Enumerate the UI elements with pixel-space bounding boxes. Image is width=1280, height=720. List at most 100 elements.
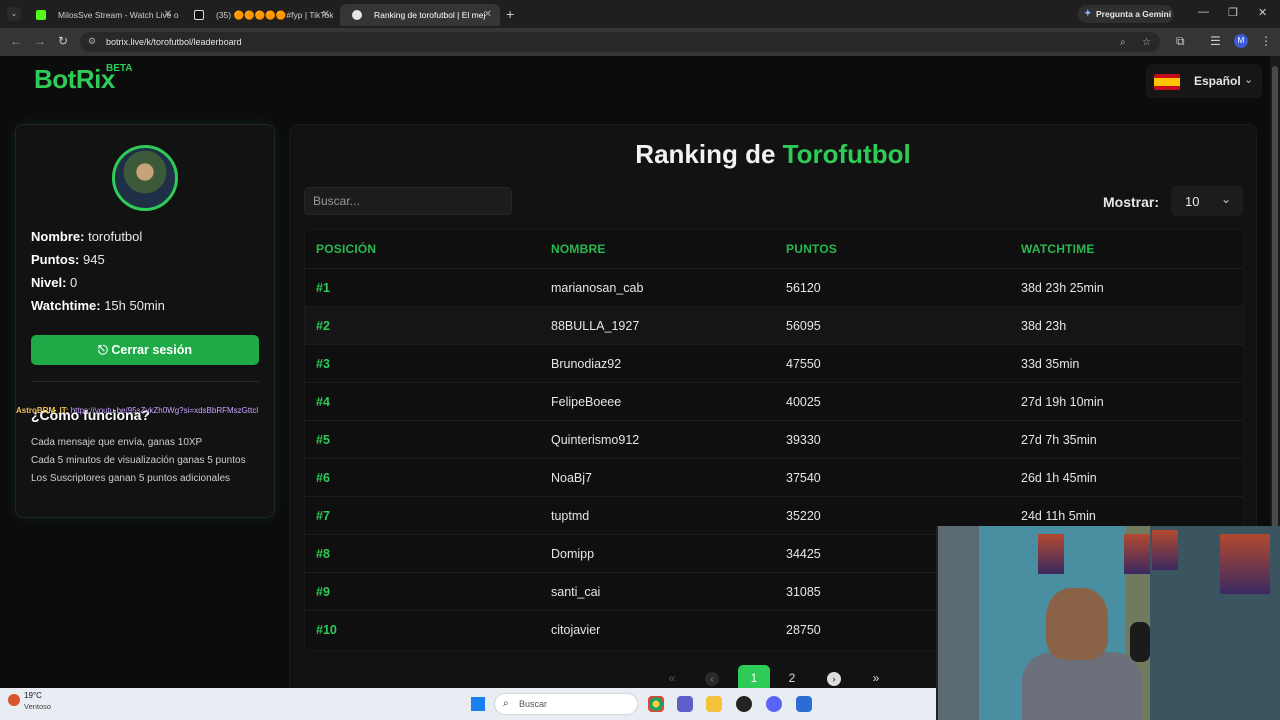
last-page-button[interactable]: » — [860, 665, 892, 688]
previous-page-button[interactable]: ‹ — [696, 665, 728, 688]
username-cell: NoaBj7 — [551, 471, 592, 485]
column-header-position[interactable]: POSICIÓN — [316, 242, 376, 256]
table-row[interactable]: #6 NoaBj7 37540 26d 1h 45min — [305, 458, 1243, 496]
close-icon[interactable]: ✕ — [322, 9, 330, 20]
close-icon[interactable]: ✕ — [164, 9, 172, 20]
browser-tab-kick[interactable]: MilosSve Stream - Watch Live o ✕ — [24, 4, 180, 26]
back-arrow-icon[interactable]: ← — [10, 34, 22, 48]
gemini-sparkle-icon: ✦ — [1084, 8, 1092, 18]
table-row[interactable]: #4 FelipeBoeee 40025 27d 19h 10min — [305, 382, 1243, 420]
points-cell: 39330 — [786, 433, 821, 447]
rank-cell: #4 — [316, 395, 330, 409]
logout-button[interactable]: ⎋ Cerrar sesión — [31, 335, 259, 365]
streamer-body — [1022, 652, 1142, 720]
maximize-button[interactable]: ❐ — [1228, 6, 1238, 19]
tab-list-button[interactable]: ⌄ — [7, 7, 21, 21]
rank-cell: #8 — [316, 547, 330, 561]
obs-app-icon[interactable] — [736, 696, 752, 712]
search-input[interactable] — [304, 187, 512, 215]
points-cell: 31085 — [786, 585, 821, 599]
page-button-1[interactable]: 1 — [738, 665, 770, 688]
ask-gemini-button[interactable]: ✦ Pregunta a Gemini — [1078, 5, 1174, 23]
rank-cell: #2 — [316, 319, 330, 333]
username-cell: marianosan_cab — [551, 281, 644, 295]
name-label: Nombre: — [31, 229, 85, 244]
webcam-overlay — [936, 526, 1280, 720]
edge-app-icon[interactable] — [796, 696, 812, 712]
watchtime-label: Watchtime: — [31, 298, 101, 313]
username-cell: tuptmd — [551, 509, 590, 523]
extensions-icon[interactable]: ⧉ — [1176, 34, 1185, 49]
poster-image — [1220, 534, 1270, 594]
column-header-watchtime[interactable]: WATCHTIME — [1021, 242, 1095, 256]
weather-temperature: 19°C — [24, 691, 42, 700]
points-label: Puntos: — [31, 252, 80, 267]
divider — [31, 381, 259, 382]
reload-icon[interactable]: ↻ — [58, 34, 68, 48]
window-close-button[interactable]: ✕ — [1258, 6, 1267, 19]
watchtime-cell: 33d 35min — [1021, 357, 1080, 371]
profile-watchtime-row: Watchtime: 15h 50min — [31, 298, 165, 313]
column-header-points[interactable]: PUNTOS — [786, 242, 837, 256]
profile-card: Nombre: torofutbol Puntos: 945 Nivel: 0 … — [15, 124, 275, 518]
botrix-logo[interactable]: BotRix — [34, 64, 115, 95]
weather-description: Ventoso — [24, 702, 52, 711]
rank-cell: #10 — [316, 623, 337, 637]
bookmark-star-icon[interactable]: ☆ — [1142, 37, 1151, 48]
language-label: Español — [1194, 74, 1241, 88]
microphone — [1130, 622, 1150, 662]
points-cell: 40025 — [786, 395, 821, 409]
windows-start-icon[interactable] — [471, 697, 485, 711]
teams-app-icon[interactable] — [677, 696, 693, 712]
avatar — [112, 145, 178, 211]
url-text: botrix.live/k/torofutbol/leaderboard — [106, 37, 242, 47]
table-row[interactable]: #2 88BULLA_1927 56095 38d 23h — [305, 306, 1243, 344]
taskbar-search[interactable]: ⌕ Buscar — [494, 693, 638, 715]
first-page-button[interactable]: « — [656, 665, 688, 688]
address-bar[interactable]: ⚙ botrix.live/k/torofutbol/leaderboard ⌕… — [80, 32, 1160, 52]
username-cell: FelipeBoeee — [551, 395, 622, 409]
browser-toolbar: ← → ↻ ⚙ botrix.live/k/torofutbol/leaderb… — [0, 28, 1280, 56]
watchtime-cell: 26d 1h 45min — [1021, 471, 1097, 485]
username-cell: Domipp — [551, 547, 595, 561]
rank-cell: #9 — [316, 585, 330, 599]
table-row[interactable]: #3 Brunodiaz92 47550 33d 35min — [305, 344, 1243, 382]
chevron-down-icon: ⌄ — [1221, 192, 1232, 206]
title-prefix: Ranking de — [635, 139, 776, 169]
rank-cell: #1 — [316, 281, 330, 295]
chrome-app-icon[interactable] — [648, 696, 664, 712]
weather-icon[interactable] — [8, 694, 20, 706]
page-button-2[interactable]: 2 — [776, 665, 808, 688]
close-icon[interactable]: ✕ — [484, 9, 492, 20]
reading-list-icon[interactable]: ☰ — [1210, 34, 1221, 48]
logout-label: Cerrar sesión — [111, 343, 192, 357]
table-row[interactable]: #5 Quinterismo912 39330 27d 7h 35min — [305, 420, 1243, 458]
forward-arrow-icon[interactable]: → — [34, 34, 46, 48]
language-selector[interactable]: Español ⌄ — [1146, 64, 1262, 98]
poster-image — [1152, 530, 1178, 570]
rows-per-page-select[interactable]: 10 ⌄ — [1171, 186, 1243, 216]
zoom-icon[interactable]: ⌕ — [1120, 37, 1126, 48]
site-info-icon[interactable]: ⚙ — [88, 36, 96, 47]
rows-per-page-value: 10 — [1185, 194, 1200, 209]
discord-app-icon[interactable] — [766, 696, 782, 712]
browser-tab-botrix[interactable]: Ranking de torofutbol | El mej ✕ — [340, 4, 500, 26]
watchtime-cell: 38d 23h 25min — [1021, 281, 1104, 295]
tab-title: Ranking de torofutbol | El mej — [374, 10, 486, 20]
page-title: Ranking de Torofutbol — [290, 139, 1256, 170]
minimize-button[interactable]: — — [1198, 6, 1209, 18]
browser-tab-tiktok[interactable]: (35) 🟠🟠🟠🟠🟠#fyp | TikTok ✕ — [182, 4, 338, 26]
file-explorer-icon[interactable] — [706, 696, 722, 712]
column-header-name[interactable]: NOMBRE — [551, 242, 606, 256]
watchtime-cell: 27d 19h 10min — [1021, 395, 1104, 409]
menu-dots-icon[interactable]: ⋮ — [1260, 34, 1272, 48]
new-tab-button[interactable]: + — [506, 6, 514, 22]
botrix-favicon-icon — [352, 10, 362, 20]
sign-out-icon: ⎋ — [98, 343, 108, 357]
table-row[interactable]: #1 marianosan_cab 56120 38d 23h 25min — [305, 268, 1243, 306]
points-value: 945 — [83, 252, 105, 267]
profile-avatar[interactable]: M — [1234, 34, 1248, 48]
how-it-works-line: Cada mensaje que envía, ganas 10XP — [31, 437, 203, 448]
profile-level-row: Nivel: 0 — [31, 275, 77, 290]
next-page-button[interactable]: › — [818, 665, 850, 688]
